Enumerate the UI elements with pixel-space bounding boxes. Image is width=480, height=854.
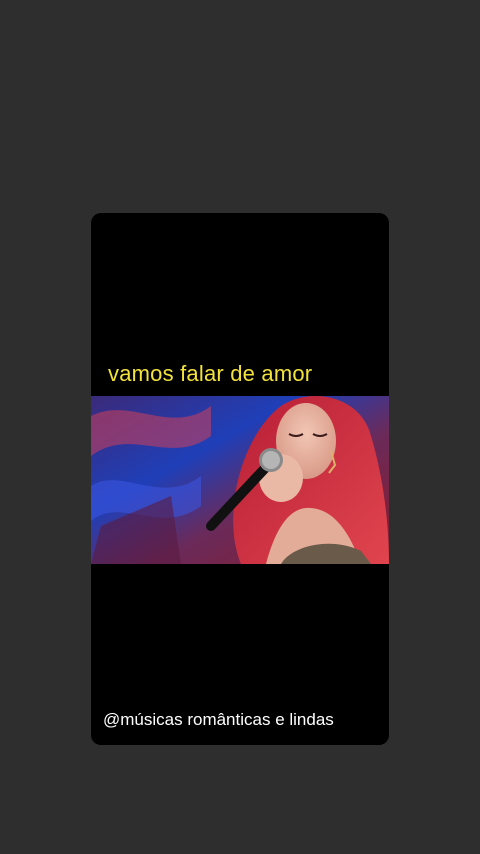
video-frame[interactable] xyxy=(91,396,389,564)
story-card[interactable]: vamos falar de amor @músicas românticas … xyxy=(91,213,389,745)
story-caption: vamos falar de amor xyxy=(108,361,313,386)
singer-performance-image xyxy=(91,396,389,564)
account-watermark: @músicas românticas e lindas xyxy=(103,710,334,729)
